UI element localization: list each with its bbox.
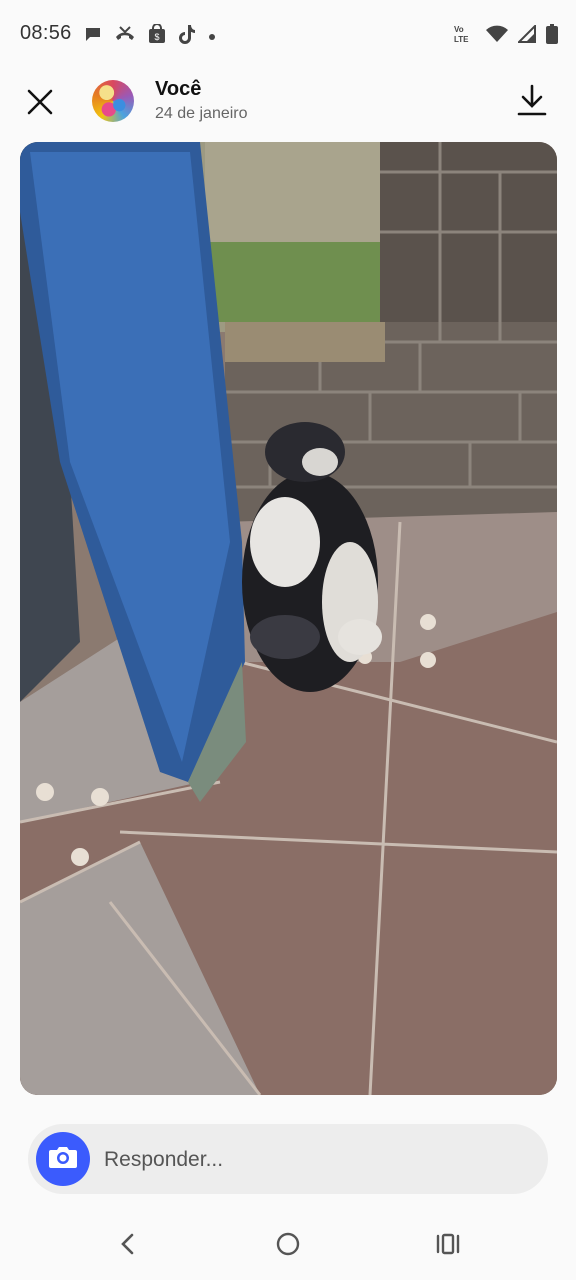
back-icon: [118, 1232, 138, 1261]
notification-icons: $: [84, 23, 216, 49]
camera-icon: [48, 1144, 78, 1175]
navigation-bar: [0, 1210, 576, 1280]
download-button[interactable]: [514, 82, 550, 122]
close-button[interactable]: [20, 84, 60, 124]
home-button[interactable]: [266, 1224, 310, 1268]
chat-bubble-icon: [84, 25, 102, 48]
status-bar: 08:56 $ Vo LTE: [0, 0, 576, 70]
photo-dog-in-doorway: [20, 142, 557, 1095]
shopping-bag-icon: $: [148, 23, 166, 49]
avatar[interactable]: [92, 80, 134, 122]
tiktok-icon: [178, 24, 196, 49]
dot-icon: [208, 28, 216, 46]
reply-input[interactable]: [102, 1124, 526, 1196]
svg-text:LTE: LTE: [454, 35, 469, 44]
home-icon: [275, 1231, 301, 1262]
system-icons: Vo LTE: [454, 23, 558, 49]
volte-icon: Vo LTE: [454, 24, 476, 49]
svg-text:$: $: [154, 32, 159, 42]
back-button[interactable]: [106, 1224, 150, 1268]
story-date: 24 de janeiro: [155, 105, 248, 122]
author-name: Você: [155, 78, 202, 100]
reply-bar: [28, 1124, 548, 1196]
story-header: Você 24 de janeiro: [0, 70, 576, 136]
story-title-block: Você 24 de janeiro: [155, 78, 248, 123]
signal-icon: [516, 23, 536, 48]
wifi-icon: [486, 25, 508, 48]
svg-text:Vo: Vo: [454, 25, 464, 34]
close-icon: [26, 88, 54, 121]
recents-icon: [435, 1232, 461, 1261]
recents-button[interactable]: [426, 1224, 470, 1268]
status-time: 08:56: [20, 22, 72, 44]
battery-icon: [546, 24, 558, 49]
download-icon: [517, 83, 547, 122]
missed-call-icon: [114, 25, 136, 48]
camera-button[interactable]: [36, 1132, 90, 1186]
story-photo[interactable]: [20, 142, 557, 1095]
